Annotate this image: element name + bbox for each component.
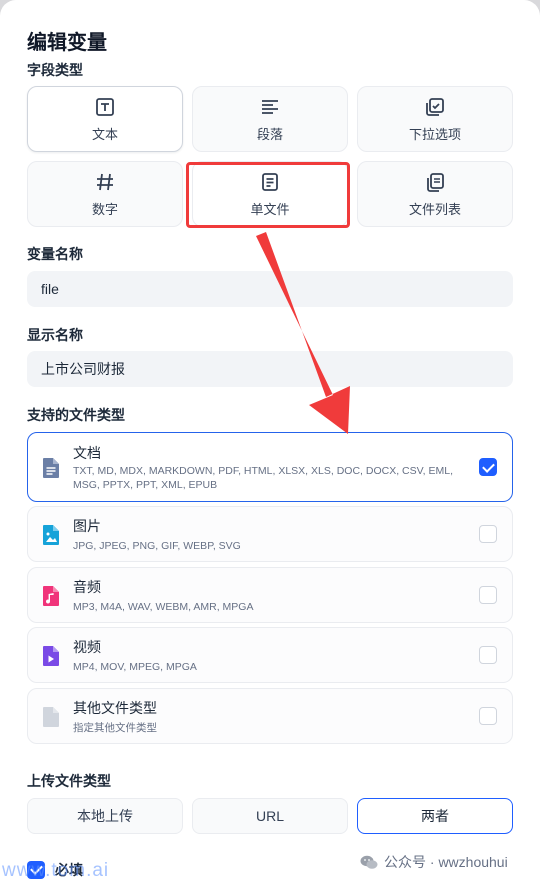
field-type-file-list[interactable]: 文件列表 (357, 161, 513, 227)
file-type-image-exts: JPG, JPEG, PNG, GIF, WEBP, SVG (73, 540, 241, 552)
upload-type-url[interactable]: URL (192, 798, 348, 834)
file-type-audio-checkbox[interactable] (479, 586, 497, 604)
file-type-other[interactable]: 其他文件类型 指定其他文件类型 (27, 688, 513, 744)
display-name-input[interactable]: 上市公司财报 (27, 351, 513, 387)
text-icon (96, 97, 114, 116)
variable-name-label: 变量名称 (27, 246, 83, 262)
file-type-video[interactable]: 视频 MP4, MOV, MPEG, MPGA (27, 627, 513, 683)
edit-variable-dialog: 编辑变量 字段类型 文本 段落 下拉选项 数字 单文件 文件列表 变量名称 fi… (0, 0, 540, 882)
field-type-single-file-label: 单文件 (250, 201, 290, 217)
field-type-number-label: 数字 (91, 201, 118, 217)
field-type-label: 字段类型 (27, 62, 83, 78)
file-type-document-exts: TXT, MD, MDX, MARKDOWN, PDF, HTML, XLSX,… (73, 465, 454, 491)
file-type-other-exts: 指定其他文件类型 (73, 722, 157, 734)
file-type-other-name: 其他文件类型 (73, 700, 157, 716)
file-types-label: 支持的文件类型 (27, 407, 125, 423)
wechat-icon (360, 855, 378, 869)
watermark-wechat: 公众号 · wwzhouhui (360, 852, 508, 872)
file-type-video-exts: MP4, MOV, MPEG, MPGA (73, 661, 197, 673)
field-type-paragraph[interactable]: 段落 (192, 86, 348, 152)
audio-icon (43, 586, 59, 606)
field-type-text-label: 文本 (91, 126, 118, 142)
variable-name-input[interactable]: file (27, 271, 513, 307)
file-type-other-checkbox[interactable] (479, 707, 497, 725)
field-type-text[interactable]: 文本 (27, 86, 183, 152)
display-name-label: 显示名称 (27, 327, 83, 343)
file-type-audio[interactable]: 音频 MP3, M4A, WAV, WEBM, AMR, MPGA (27, 567, 513, 623)
paragraph-icon (262, 99, 278, 114)
file-type-image-checkbox[interactable] (479, 525, 497, 543)
field-type-paragraph-label: 段落 (256, 126, 283, 142)
dialog-title: 编辑变量 (27, 32, 107, 54)
upload-type-local[interactable]: 本地上传 (27, 798, 183, 834)
file-type-image[interactable]: 图片 JPG, JPEG, PNG, GIF, WEBP, SVG (27, 506, 513, 562)
file-type-image-name: 图片 (73, 518, 101, 534)
document-icon (43, 458, 59, 478)
upload-type-label: 上传文件类型 (27, 773, 111, 789)
watermark-wechat-text: 公众号 · wwzhouhui (384, 854, 508, 870)
file-type-video-checkbox[interactable] (479, 646, 497, 664)
image-icon (43, 525, 59, 545)
upload-type-both[interactable]: 两者 (357, 798, 513, 834)
field-type-select-label: 下拉选项 (408, 126, 461, 142)
file-type-document-name: 文档 (73, 445, 101, 461)
video-icon (43, 646, 59, 666)
select-icon (426, 97, 444, 116)
file-icon (262, 172, 278, 191)
number-icon (97, 173, 113, 190)
file-list-icon (427, 172, 444, 192)
field-type-single-file[interactable]: 单文件 (192, 161, 348, 227)
file-type-video-name: 视频 (73, 639, 101, 655)
field-type-number[interactable]: 数字 (27, 161, 183, 227)
other-file-icon (43, 707, 59, 727)
file-type-document-checkbox[interactable] (479, 458, 497, 476)
file-type-audio-name: 音频 (73, 579, 101, 595)
field-type-file-list-label: 文件列表 (408, 201, 461, 217)
watermark-url: www.tom.ai (2, 860, 110, 881)
file-type-audio-exts: MP3, M4A, WAV, WEBM, AMR, MPGA (73, 601, 254, 613)
field-type-select[interactable]: 下拉选项 (357, 86, 513, 152)
file-type-document[interactable]: 文档 TXT, MD, MDX, MARKDOWN, PDF, HTML, XL… (27, 432, 513, 502)
